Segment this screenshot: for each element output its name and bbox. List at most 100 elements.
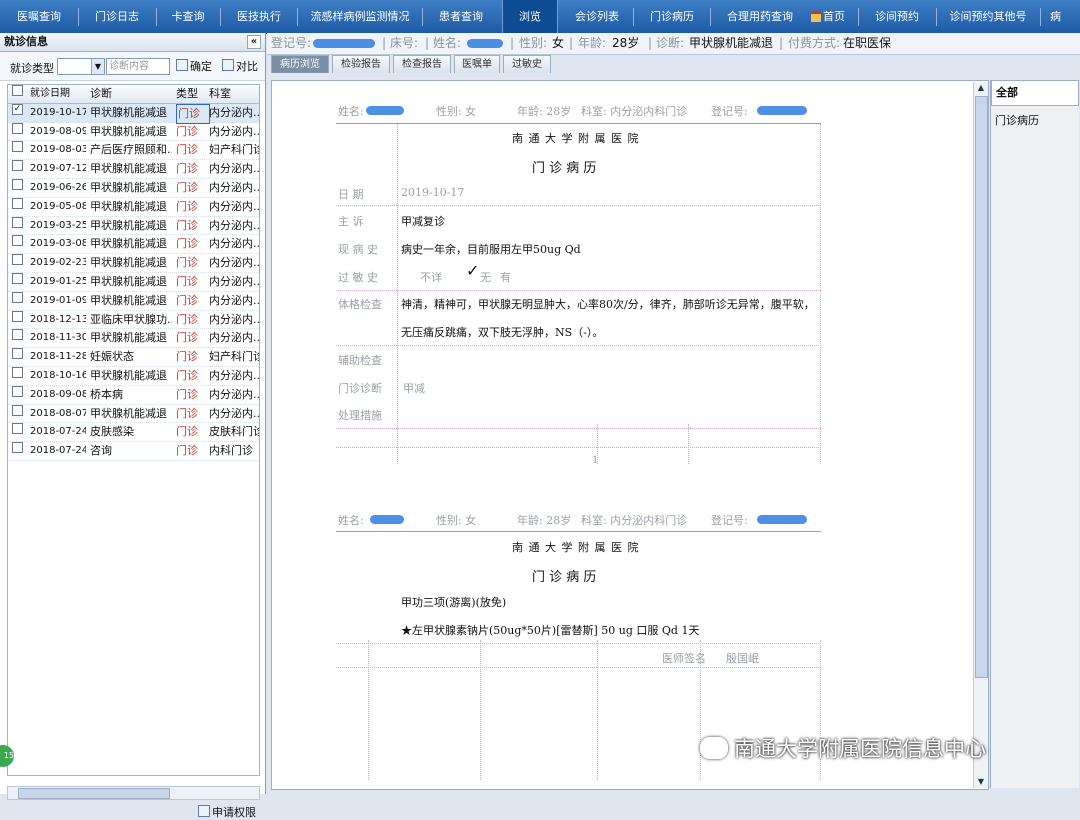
- cell-date: 2018-07-24: [30, 426, 86, 438]
- table-row[interactable]: 2019-02-23 甲状腺机能减退 门诊 内分泌内...: [8, 254, 259, 273]
- col-dept[interactable]: 科室: [209, 85, 259, 103]
- nav-drug-query[interactable]: 合理用药查询: [718, 0, 802, 33]
- diagnosis-search-input[interactable]: 诊断内容: [106, 58, 170, 75]
- table-row[interactable]: ✓ 2019-10-17 甲状腺机能减退 门诊 内分泌内...: [8, 103, 259, 124]
- table-row[interactable]: 2019-06-26 甲状腺机能减退 门诊 内分泌内...: [8, 178, 259, 198]
- row-checkbox[interactable]: [12, 366, 23, 378]
- doc2-title: 门 诊 病 历: [532, 570, 597, 585]
- nav-appointment-other[interactable]: 诊间预约其他号: [945, 0, 1031, 33]
- row-checkbox[interactable]: [12, 329, 23, 341]
- visit-type-select[interactable]: ▼: [57, 58, 105, 75]
- nav-card-query[interactable]: 卡查询: [163, 0, 213, 33]
- row-checkbox[interactable]: [12, 272, 23, 284]
- nav-browse[interactable]: 浏览: [502, 0, 558, 33]
- scroll-thumb[interactable]: [975, 96, 988, 678]
- doc1-exam-label: 体格检查: [338, 298, 382, 311]
- nav-order-query[interactable]: 医嘱查询: [8, 0, 70, 33]
- select-all-checkbox[interactable]: [12, 85, 23, 96]
- scroll-down-icon[interactable]: ▼: [975, 776, 987, 788]
- row-checkbox[interactable]: [12, 442, 23, 454]
- row-checkbox[interactable]: [12, 310, 23, 322]
- row-checkbox[interactable]: [12, 160, 23, 172]
- table-row[interactable]: 2018-07-24 咨询 门诊 内科门诊: [8, 442, 259, 461]
- cell-diagnosis: 甲状腺机能减退: [90, 180, 167, 194]
- table-row[interactable]: 2019-01-25 甲状腺机能减退 门诊 内分泌内...: [8, 272, 259, 292]
- collapse-icon[interactable]: «: [247, 35, 261, 49]
- row-checkbox[interactable]: [12, 141, 23, 153]
- permission-icon: [198, 805, 210, 817]
- document-viewer: [271, 80, 989, 790]
- filter-all[interactable]: 全部: [991, 80, 1079, 106]
- table-row[interactable]: 2019-01-09 甲状腺机能减退 门诊 内分泌内...: [8, 291, 259, 311]
- cell-dept: 内分泌内...: [209, 387, 259, 401]
- row-checkbox[interactable]: [12, 404, 23, 416]
- filter-outpatient-record[interactable]: 门诊病历: [991, 109, 1077, 133]
- tab-order-sheet[interactable]: 医嘱单: [454, 55, 500, 73]
- doc2-prescription: ★左甲状腺素钠片(50ug*50片)[雷替斯] 50 ug 口服 Qd 1天: [401, 624, 700, 637]
- row-checkbox[interactable]: [12, 197, 23, 209]
- cell-date: 2019-03-08: [30, 238, 86, 250]
- cell-dept: 内分泌内...: [209, 180, 259, 194]
- row-checkbox[interactable]: [12, 235, 23, 247]
- row-checkbox[interactable]: [12, 291, 23, 303]
- tab-allergy[interactable]: 过敏史: [503, 55, 551, 73]
- cell-dept: 内分泌内...: [209, 124, 259, 138]
- table-row[interactable]: 2018-09-08 桥本病 门诊 内分泌内...: [8, 385, 259, 405]
- vertical-scrollbar[interactable]: ▲ ▼: [973, 82, 988, 788]
- doc1-allergy-none: 无: [480, 271, 491, 284]
- row-checkbox[interactable]: [12, 216, 23, 228]
- confirm-button[interactable]: 确定: [176, 59, 212, 74]
- table-row[interactable]: 2019-03-08 甲状腺机能减退 门诊 内分泌内...: [8, 235, 259, 255]
- request-permission-button[interactable]: 申请权限: [198, 804, 256, 820]
- cell-date: 2018-08-07: [30, 407, 86, 419]
- scroll-up-icon[interactable]: ▲: [975, 82, 987, 94]
- nav-tech-exec[interactable]: 医技执行: [228, 0, 290, 33]
- row-checkbox[interactable]: ✓: [12, 103, 23, 115]
- row-checkbox[interactable]: [12, 254, 23, 266]
- doc1-header-sex: 性别: 女: [436, 105, 477, 118]
- cell-dept: 内分泌内...: [209, 331, 259, 345]
- nav-clinic-log[interactable]: 门诊日志: [86, 0, 148, 33]
- table-row[interactable]: 2019-08-09 甲状腺机能减退 门诊 内分泌内...: [8, 122, 259, 142]
- nav-consult-list[interactable]: 会诊列表: [566, 0, 628, 33]
- table-row[interactable]: 2018-07-24 皮肤感染 门诊 皮肤科门诊: [8, 423, 259, 443]
- doc1-dx-label: 门诊诊断: [338, 382, 382, 395]
- cell-date: 2018-11-30: [30, 332, 86, 344]
- col-diagnosis[interactable]: 诊断: [90, 85, 172, 103]
- cell-dept: 皮肤科门诊: [209, 425, 259, 439]
- top-nav: 医嘱查询 门诊日志 卡查询 医技执行 流感样病例监测情况 患者查询 浏览 会诊列…: [0, 0, 1080, 34]
- row-checkbox[interactable]: [12, 423, 23, 435]
- tab-exam-report[interactable]: 检查报告: [393, 55, 451, 73]
- row-checkbox[interactable]: [12, 178, 23, 190]
- row-checkbox[interactable]: [12, 385, 23, 397]
- table-row[interactable]: 2018-10-16 甲状腺机能减退 门诊 内分泌内...: [8, 366, 259, 386]
- col-type[interactable]: 类型: [176, 85, 206, 103]
- nav-patient-query[interactable]: 患者查询: [430, 0, 492, 33]
- tab-lab-report[interactable]: 检验报告: [332, 55, 390, 73]
- table-row[interactable]: 2019-05-08 甲状腺机能减退 门诊 内分泌内...: [8, 197, 259, 217]
- table-row[interactable]: 2018-11-28 妊娠状态 门诊 妇产科门诊: [8, 348, 259, 367]
- col-date[interactable]: 就诊日期: [30, 85, 86, 103]
- table-row[interactable]: 2018-12-13 亚临床甲状腺功... 门诊 内分泌内...: [8, 310, 259, 330]
- cell-diagnosis: 甲状腺机能减退: [90, 237, 167, 251]
- nav-home[interactable]: 首页: [806, 0, 850, 33]
- tab-record-browse[interactable]: 病历浏览: [271, 55, 329, 73]
- nav-more[interactable]: 病: [1050, 0, 1080, 33]
- doc1-hpi-label: 现 病 史: [338, 243, 378, 256]
- table-row[interactable]: 2019-03-25 甲状腺机能减退 门诊 内分泌内...: [8, 216, 259, 236]
- table-row[interactable]: 2018-08-07 甲状腺机能减退 门诊 内分泌内...: [8, 404, 259, 424]
- cell-diagnosis: 甲状腺机能减退: [90, 406, 167, 420]
- table-row[interactable]: 2019-07-12 甲状腺机能减退 门诊 内分泌内...: [8, 160, 259, 179]
- doc1-date: 2019-10-17: [401, 186, 465, 199]
- row-checkbox[interactable]: [12, 348, 23, 360]
- horizontal-scrollbar[interactable]: [7, 786, 260, 800]
- row-checkbox[interactable]: [12, 122, 23, 134]
- table-row[interactable]: 2019-08-03 产后医疗照顾和... 门诊 妇产科门诊: [8, 141, 259, 161]
- table-row[interactable]: 2018-11-30 甲状腺机能减退 门诊 内分泌内...: [8, 329, 259, 349]
- compare-button[interactable]: 对比: [222, 59, 258, 74]
- cell-type: 门诊: [176, 312, 198, 326]
- nav-flu-monitor[interactable]: 流感样病例监测情况: [305, 0, 415, 33]
- nav-appointment[interactable]: 诊间预约: [866, 0, 928, 33]
- status-badge: 15: [0, 745, 14, 767]
- nav-outpatient-record[interactable]: 门诊病历: [641, 0, 703, 33]
